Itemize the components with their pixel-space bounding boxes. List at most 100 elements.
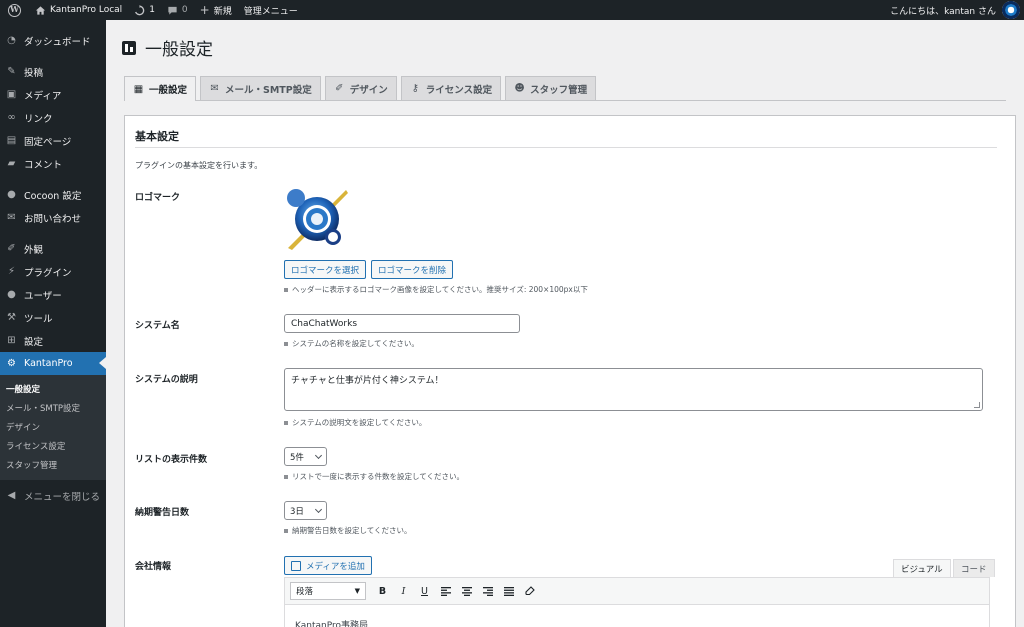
settings-icon (122, 40, 136, 55)
settings-icon: ▦ (133, 83, 144, 95)
tab-staff[interactable]: ☻ スタッフ管理 (505, 76, 597, 100)
settings-panel: 基本設定 プラグインの基本設定を行います。 ロゴマーク ロゴマークを選択 ロゴマ… (124, 115, 1016, 627)
home-icon (35, 5, 46, 15)
main-content: 一般設定 ▦ 一般設定 ✉ メール・SMTP設定 ✐ デザイン ⚷ ライセンス設定 ☻ ス… (106, 20, 1024, 627)
sidebar-item-users[interactable]: ● ユーザー (0, 283, 106, 306)
submenu-item-mail-smtp[interactable]: メール・SMTP設定 (0, 398, 106, 417)
sidebar-item-posts[interactable]: ✎ 投稿 (0, 60, 106, 83)
admin-sidebar: ◔ ダッシュボード ✎ 投稿 ▣ メディア ∞ リンク ▤ 固定ページ ▰ コメント ● Co… (0, 20, 106, 627)
groups-icon: ☻ (514, 83, 525, 94)
media-icon: ▣ (6, 89, 17, 100)
resize-handle[interactable] (974, 402, 980, 408)
account-greeting[interactable]: こんにちは、kantan さん (884, 0, 996, 20)
system-description-help-text: システムの説明文を設定してください。 (284, 417, 426, 428)
avatar[interactable] (1002, 1, 1020, 19)
mail-icon: ✉ (7, 212, 16, 223)
system-name-input[interactable]: ChaChatWorks (284, 314, 520, 333)
wordpress-logo-icon[interactable] (0, 0, 29, 20)
bold-button[interactable]: B (372, 582, 393, 600)
submenu-item-staff[interactable]: スタッフ管理 (0, 455, 106, 474)
sidebar-item-media[interactable]: ▣ メディア (0, 83, 106, 106)
plus-icon: + (199, 3, 210, 17)
eraser-icon (524, 586, 535, 596)
delete-logo-button[interactable]: ロゴマークを削除 (371, 260, 454, 279)
chevron-down-icon (314, 505, 322, 513)
page-icon: ▤ (6, 135, 17, 146)
tab-license[interactable]: ⚷ ライセンス設定 (400, 76, 502, 100)
comments-link[interactable]: 0 (161, 0, 194, 20)
align-justify-button[interactable] (498, 582, 519, 600)
dashboard-icon: ◔ (7, 35, 16, 46)
settings-icon: ⊞ (7, 335, 16, 346)
brush-icon: ✐ (7, 243, 16, 254)
editor-toolbar: 段落 ▼ B I U (285, 578, 989, 605)
tab-mail-smtp[interactable]: ✉ メール・SMTP設定 (200, 76, 321, 100)
align-right-icon (482, 586, 493, 596)
tab-code[interactable]: コード (953, 559, 995, 577)
system-name-help-text: システムの名称を設定してください。 (284, 338, 419, 349)
italic-button[interactable]: I (393, 582, 414, 600)
select-logo-button[interactable]: ロゴマークを選択 (284, 260, 367, 279)
section-description: プラグインの基本設定を行います。 (135, 161, 263, 170)
sidebar-item-dashboard[interactable]: ◔ ダッシュボード (0, 29, 106, 52)
clear-formatting-button[interactable] (519, 582, 540, 600)
deadline-days-help-text: 納期警告日数を設定してください。 (284, 525, 412, 536)
deadline-days-label: 納期警告日数 (135, 508, 190, 518)
align-left-button[interactable] (435, 582, 456, 600)
editor-content[interactable]: KantanPro事務局 (285, 605, 989, 627)
comment-icon: ▰ (7, 158, 16, 169)
submenu-item-design[interactable]: デザイン (0, 417, 106, 436)
site-name-link[interactable]: KantanPro Local (29, 0, 128, 20)
admin-bar: KantanPro Local 1 0 + 新規 管理メニュー こんにちは、ka… (0, 0, 1024, 20)
wrench-icon: ⚒ (7, 312, 16, 323)
link-icon: ∞ (7, 112, 16, 123)
tab-design[interactable]: ✐ デザイン (324, 76, 397, 100)
add-media-button[interactable]: メディアを追加 (284, 556, 372, 575)
align-center-button[interactable] (456, 582, 477, 600)
underline-button[interactable]: U (414, 582, 435, 600)
kantanpro-submenu: 一般設定 メール・SMTP設定 デザイン ライセンス設定 スタッフ管理 (0, 375, 106, 480)
sidebar-item-pages[interactable]: ▤ 固定ページ (0, 129, 106, 152)
new-content-link[interactable]: + 新規 (194, 0, 238, 20)
sidebar-item-plugins[interactable]: ⚡ プラグイン (0, 260, 106, 283)
system-description-textarea[interactable]: チャチャと仕事が片付く神システム！ (284, 368, 983, 411)
sidebar-item-links[interactable]: ∞ リンク (0, 106, 106, 129)
section-title: 基本設定 (135, 130, 179, 143)
gear-icon: ⚙ (7, 358, 16, 369)
tab-visual[interactable]: ビジュアル (893, 559, 951, 577)
divider (135, 147, 997, 148)
align-justify-icon (503, 586, 514, 596)
key-icon: ⚷ (411, 83, 419, 94)
user-icon: ● (7, 289, 16, 300)
list-count-select[interactable]: 5件 (284, 447, 327, 466)
sidebar-item-kantanpro[interactable]: ⚙ KantanPro (0, 352, 106, 375)
updates-icon (135, 4, 145, 15)
logo-help-text: ヘッダーに表示するロゴマーク画像を設定してください。推奨サイズ: 200×100… (284, 284, 588, 295)
align-center-icon (461, 586, 472, 596)
plugin-icon: ⚡ (7, 266, 16, 277)
tab-general[interactable]: ▦ 一般設定 (124, 76, 197, 101)
sidebar-item-tools[interactable]: ⚒ ツール (0, 306, 106, 329)
collapse-arrow-icon: ◀ (7, 490, 16, 501)
brush-icon: ✐ (335, 83, 344, 94)
sidebar-item-appearance[interactable]: ✐ 外観 (0, 237, 106, 260)
submenu-item-license[interactable]: ライセンス設定 (0, 436, 106, 455)
sidebar-item-settings[interactable]: ⊞ 設定 (0, 329, 106, 352)
system-name-label: システム名 (135, 321, 180, 331)
comment-icon (168, 6, 177, 15)
dropdown-arrow-icon: ▼ (354, 587, 360, 595)
logo-preview (284, 188, 350, 252)
format-select[interactable]: 段落 ▼ (290, 582, 366, 600)
settings-tabs: ▦ 一般設定 ✉ メール・SMTP設定 ✐ デザイン ⚷ ライセンス設定 ☻ スタッフ管理 (124, 76, 1006, 101)
admin-menu-link[interactable]: 管理メニュー (238, 0, 304, 20)
collapse-menu-button[interactable]: ◀ メニューを閉じる (0, 484, 106, 507)
sidebar-item-cocoon[interactable]: ● Cocoon 設定 (0, 183, 106, 206)
submenu-item-general[interactable]: 一般設定 (0, 379, 106, 398)
deadline-days-select[interactable]: 3日 (284, 501, 327, 520)
sidebar-item-comments[interactable]: ▰ コメント (0, 152, 106, 175)
updates-link[interactable]: 1 (128, 0, 161, 20)
media-icon (291, 560, 301, 571)
sidebar-item-contact[interactable]: ✉ お問い合わせ (0, 206, 106, 229)
align-right-button[interactable] (477, 582, 498, 600)
company-info-label: 会社情報 (135, 562, 172, 572)
